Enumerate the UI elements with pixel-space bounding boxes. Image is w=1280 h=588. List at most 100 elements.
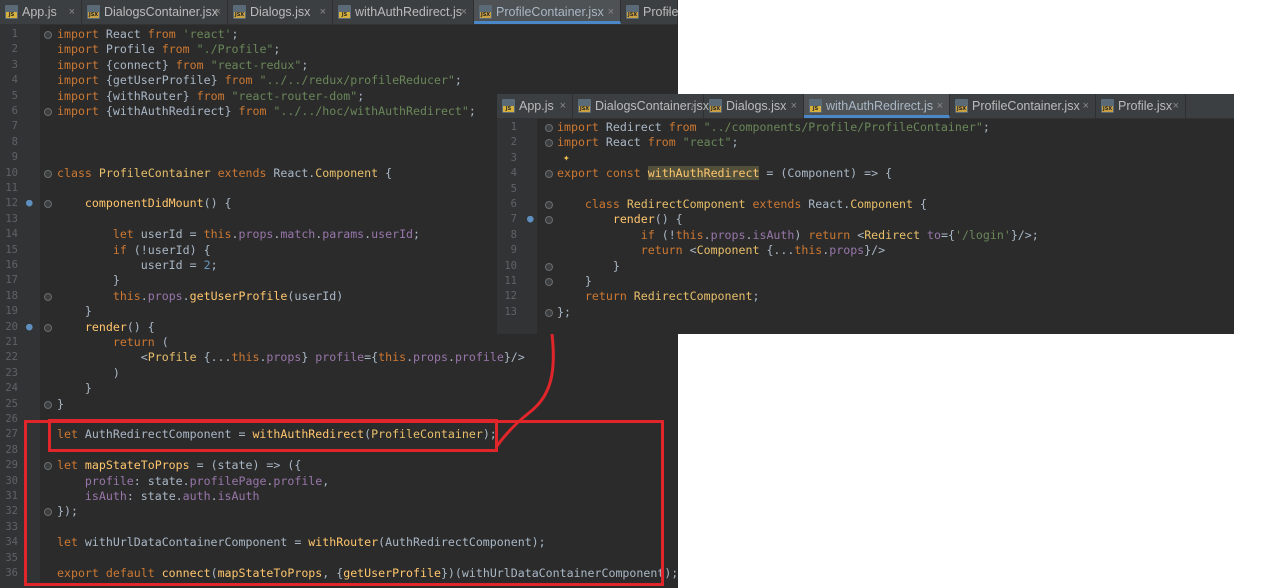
close-icon[interactable]: × — [320, 0, 326, 24]
tab-app-js[interactable]: JS App.js × — [497, 94, 573, 118]
line-number: 4 — [510, 167, 517, 180]
code-line[interactable]: 2 import React from "react"; — [497, 135, 1234, 150]
code-token: < — [689, 243, 697, 258]
line-number: 12 — [504, 290, 517, 303]
tab-dialogscontainer-jsx[interactable]: JSX DialogsContainer.jsx × — [573, 94, 709, 118]
code-line[interactable]: 4 import {getUserProfile} from "../../red… — [0, 73, 678, 88]
override-method-icon[interactable]: ● — [26, 320, 33, 333]
close-icon[interactable]: × — [1083, 94, 1089, 118]
code-token: . — [182, 288, 190, 303]
jsx-file-icon: JSX — [479, 5, 492, 19]
lightbulb-icon[interactable]: ✦ — [563, 151, 570, 164]
code-line[interactable]: 1 import React from 'react'; — [0, 27, 678, 42]
fold-marker-icon[interactable] — [545, 124, 553, 132]
code-text: return ( — [57, 335, 169, 350]
tab-label: Dialogs.jsx — [726, 99, 787, 113]
code-text: class RedirectComponent extends React.Co… — [557, 197, 927, 212]
tab-withauthredirect-js[interactable]: JS withAuthRedirect.js × — [804, 94, 950, 118]
close-icon[interactable]: × — [791, 94, 797, 118]
fold-marker-icon[interactable] — [545, 308, 553, 317]
close-icon[interactable]: × — [665, 0, 671, 24]
close-icon[interactable]: × — [691, 94, 697, 118]
code-line[interactable]: 12 return RedirectComponent; — [497, 289, 1234, 304]
tab-label: Profile.jsx — [1118, 99, 1173, 113]
code-token: ={ — [941, 227, 955, 242]
code-line[interactable]: 8 if (!this.props.isAuth) return <Redire… — [497, 228, 1234, 243]
code-token: Redirect — [605, 120, 669, 134]
code-text: render() { — [57, 320, 155, 335]
code-token: { — [105, 104, 113, 118]
tab-profilecontainer-jsx[interactable]: JSX ProfileContainer.jsx × — [950, 94, 1096, 118]
fold-marker-icon[interactable] — [44, 108, 52, 116]
code-token: return — [584, 289, 634, 304]
code-line[interactable]: 22 <Profile {...this.props} profile={thi… — [0, 350, 678, 365]
fold-marker-icon[interactable] — [44, 323, 52, 332]
line-number: 36 — [5, 567, 18, 579]
code-line[interactable]: 6 class RedirectComponent extends React.… — [497, 197, 1234, 212]
fold-marker-icon[interactable] — [44, 400, 52, 409]
code-line[interactable]: 25} — [0, 397, 678, 412]
code-line[interactable]: 23 ) — [0, 366, 678, 381]
line-number: 3 — [510, 151, 517, 164]
fold-marker-icon[interactable] — [44, 31, 52, 39]
code-line[interactable]: 2 import Profile from "./Profile"; — [0, 42, 678, 57]
tab-dialogs-jsx[interactable]: JSX Dialogs.jsx × — [704, 94, 804, 118]
code-line[interactable]: 5 — [497, 182, 1234, 197]
code-token: from — [647, 135, 683, 150]
close-icon[interactable]: × — [69, 0, 75, 24]
line-number: 21 — [5, 336, 18, 348]
code-token: withAuthRedirect — [647, 166, 760, 181]
close-icon[interactable]: × — [461, 0, 467, 24]
close-icon[interactable]: × — [560, 94, 566, 118]
line-number: 25 — [5, 397, 18, 410]
close-icon[interactable]: × — [937, 94, 943, 118]
code-text: import Profile from "./Profile"; — [57, 42, 280, 57]
code-line[interactable]: 9 return <Component {...this.props}/> — [497, 243, 1234, 258]
code-token: ProfileContainer — [98, 165, 218, 180]
code-token: if — [112, 242, 134, 257]
line-number: 9 — [510, 244, 517, 257]
code-line[interactable]: 4 export const withAuthRedirect = (Compon… — [497, 166, 1234, 181]
tab-withauthredirect-js[interactable]: JS withAuthRedirect.js × — [333, 0, 474, 24]
code-token: < — [140, 350, 148, 365]
fold-marker-icon[interactable] — [545, 201, 553, 209]
tab-profilecontainer-jsx[interactable]: JSX ProfileContainer.jsx × — [474, 0, 621, 24]
code-line[interactable]: 3 — [497, 151, 1234, 166]
code-line[interactable]: 3 import {connect} from "react-redux"; — [0, 58, 678, 73]
fold-marker-icon[interactable] — [44, 292, 52, 301]
with-auth-redirect-editor[interactable]: JS App.js × JSX DialogsContainer.jsx × JSX Dial… — [497, 94, 1234, 334]
code-token: this — [203, 227, 232, 242]
code-token: }/>; — [1010, 227, 1039, 242]
close-icon[interactable]: × — [1173, 94, 1179, 118]
code-token: render — [84, 319, 127, 334]
tab-dialogs-jsx[interactable]: JSX Dialogs.jsx × — [228, 0, 333, 24]
code-token: this — [675, 227, 704, 242]
tab-profile[interactable]: JSX Profile × — [621, 0, 678, 24]
tab-dialogscontainer-jsx[interactable]: JSX DialogsContainer.jsx × — [82, 0, 228, 24]
code-line[interactable]: 7 render() { — [497, 212, 1234, 227]
line-number: 30 — [5, 474, 18, 487]
fold-marker-icon[interactable] — [545, 278, 553, 286]
code-line[interactable]: 21 return ( — [0, 335, 678, 350]
tab-app-js[interactable]: JS App.js × — [0, 0, 82, 24]
close-icon[interactable]: × — [608, 0, 614, 24]
code-token: } — [612, 258, 620, 273]
code-line[interactable]: 24 } — [0, 381, 678, 396]
code-line[interactable]: 11 } — [497, 274, 1234, 289]
fold-marker-icon[interactable] — [44, 169, 52, 178]
file-type-label: JS — [810, 106, 821, 112]
fold-marker-icon[interactable] — [545, 262, 553, 271]
tab-profile-jsx[interactable]: JSX Profile.jsx × — [1096, 94, 1186, 118]
line-number: 11 — [5, 182, 18, 194]
code-line[interactable]: 13}; — [497, 305, 1234, 320]
line-number: 10 — [504, 259, 517, 272]
code-token: this — [794, 243, 823, 258]
override-method-icon[interactable]: ● — [26, 196, 33, 209]
override-method-icon[interactable]: ● — [527, 212, 534, 225]
code-line[interactable]: 10 } — [497, 259, 1234, 274]
close-icon[interactable]: × — [215, 0, 221, 24]
code-line[interactable]: 1 import Redirect from "../components/Pro… — [497, 120, 1234, 135]
